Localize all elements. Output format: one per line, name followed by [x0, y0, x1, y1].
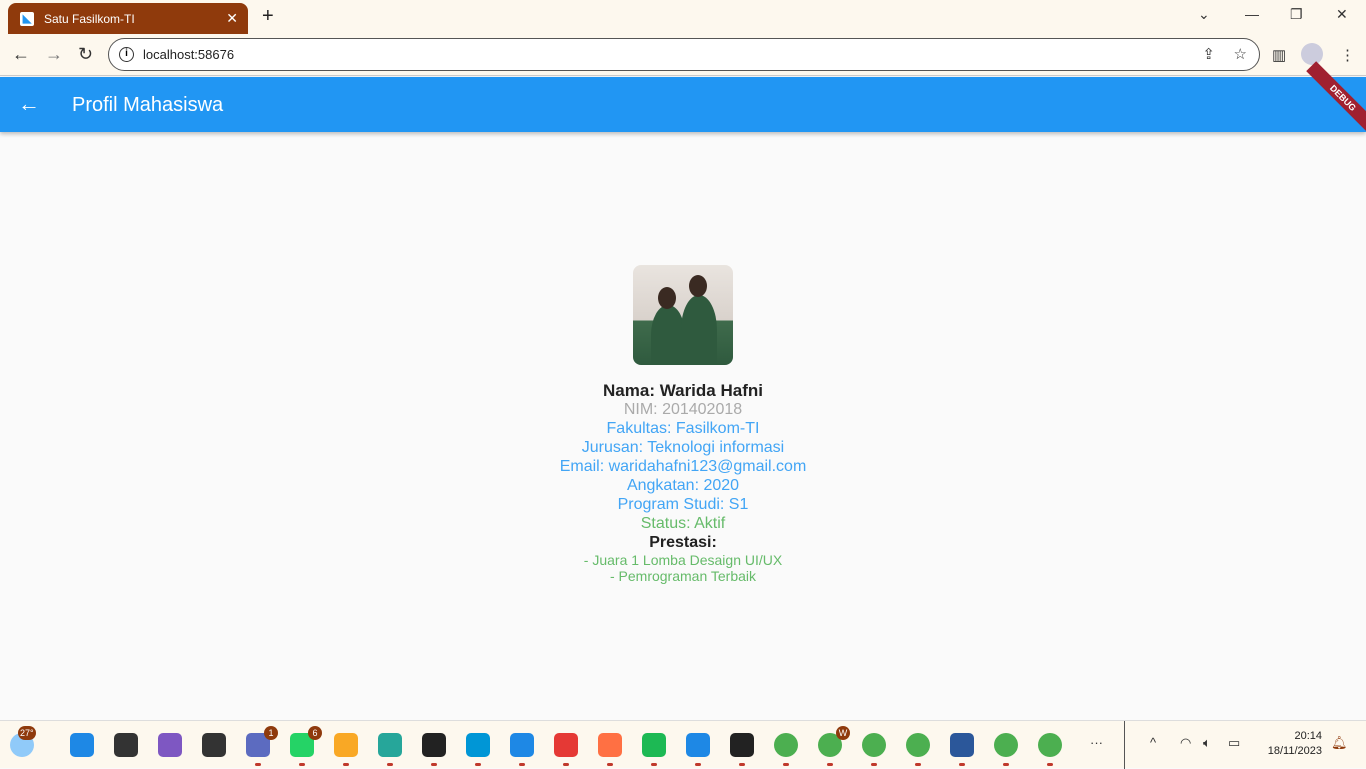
- browser-toolbar: ← → ↻ i localhost:58676 ⇪ ☆ ▥ ⋮: [0, 34, 1366, 76]
- restore-button[interactable]: ❐: [1290, 6, 1303, 23]
- running-indicator: [431, 763, 437, 766]
- chrome-taskbar-icon[interactable]: [774, 733, 798, 766]
- running-indicator: [607, 763, 613, 766]
- start-taskbar-icon[interactable]: [70, 733, 94, 757]
- weather-temp: 27°: [18, 726, 36, 740]
- forward-button[interactable]: →: [45, 44, 63, 65]
- search-taskbar-icon[interactable]: [114, 733, 138, 757]
- prestasi-label: Prestasi:: [649, 534, 717, 551]
- running-indicator: [871, 763, 877, 766]
- tray-divider: [1124, 721, 1125, 769]
- more-apps-icon[interactable]: ···: [1090, 735, 1103, 750]
- site-info-icon[interactable]: i: [119, 47, 134, 62]
- running-indicator: [299, 763, 305, 766]
- firefox-taskbar-icon[interactable]: [598, 733, 622, 766]
- edge-taskbar-icon[interactable]: [378, 733, 402, 766]
- help-taskbar-icon[interactable]: [510, 733, 534, 766]
- running-indicator: [343, 763, 349, 766]
- app-owl-taskbar-icon[interactable]: [554, 733, 578, 766]
- taskbar: 27° 1 6 W ··· ^ ◠ 🔈︎ ▭ 20:14 18/11/2023 🔔︎: [0, 720, 1366, 769]
- badge: W: [836, 726, 850, 740]
- chrome-taskbar-icon[interactable]: W: [818, 726, 850, 766]
- page-title: Profil Mahasiswa: [72, 94, 224, 116]
- task-view-taskbar-icon[interactable]: [202, 733, 226, 757]
- flutter-favicon-icon: ◣: [20, 11, 34, 26]
- volume-icon[interactable]: 🔈︎: [1203, 735, 1211, 751]
- profile-avatar[interactable]: [1301, 43, 1323, 65]
- program-studi: Program Studi: S1: [617, 496, 749, 513]
- jurusan: Jurusan: Teknologi informasi: [581, 439, 785, 456]
- prestasi-item: - Juara 1 Lomba Desaign UI/UX: [583, 552, 783, 568]
- figma-taskbar-icon[interactable]: [730, 733, 754, 766]
- share-icon[interactable]: ⇪: [1202, 45, 1215, 63]
- profile-card: Nama: Warida Hafni NIM: 201402018 Fakult…: [0, 265, 1366, 584]
- back-button[interactable]: ←: [12, 44, 30, 65]
- browser-tab-strip: ◣ Satu Fasilkom-TI ✕ + ⌄ — ❐ ✕: [0, 0, 1366, 34]
- app-bar: ← Profil Mahasiswa DEBUG: [0, 61, 1366, 135]
- tab-search-chevron-icon[interactable]: ⌄: [1198, 6, 1210, 23]
- back-arrow-icon[interactable]: ←: [18, 91, 40, 117]
- chrome-taskbar-icon[interactable]: [994, 733, 1018, 766]
- minimize-button[interactable]: —: [1245, 6, 1259, 22]
- spotify-taskbar-icon[interactable]: [642, 733, 666, 766]
- chrome-taskbar-icon[interactable]: [1038, 733, 1062, 766]
- file-explorer-taskbar-icon[interactable]: [334, 733, 358, 766]
- wifi-icon[interactable]: ◠: [1180, 735, 1191, 751]
- running-indicator: [783, 763, 789, 766]
- tray-chevron-icon[interactable]: ^: [1150, 735, 1156, 750]
- prestasi-item: - Pemrograman Terbaik: [609, 568, 757, 584]
- whatsapp-taskbar-icon[interactable]: 6: [290, 726, 322, 766]
- badge: 6: [308, 726, 322, 740]
- reload-button[interactable]: ↻: [78, 44, 93, 65]
- fakultas: Fakultas: Fasilkom-TI: [606, 420, 760, 437]
- close-window-button[interactable]: ✕: [1336, 6, 1348, 23]
- myhp-taskbar-icon[interactable]: [466, 733, 490, 766]
- running-indicator: [519, 763, 525, 766]
- date: 18/11/2023: [1267, 745, 1322, 757]
- running-indicator: [255, 763, 261, 766]
- angkatan: Angkatan: 2020: [626, 477, 740, 494]
- running-indicator: [1047, 763, 1053, 766]
- clock[interactable]: 20:14 18/11/2023: [1268, 729, 1322, 759]
- running-indicator: [1003, 763, 1009, 766]
- side-panel-icon[interactable]: ▥: [1272, 46, 1286, 64]
- address-bar[interactable]: i localhost:58676 ⇪ ☆: [108, 38, 1260, 71]
- running-indicator: [563, 763, 569, 766]
- vscode-taskbar-icon[interactable]: [686, 733, 710, 766]
- chrome-taskbar-icon[interactable]: [862, 733, 886, 766]
- copilot-taskbar-icon[interactable]: [158, 733, 182, 757]
- new-tab-button[interactable]: +: [262, 5, 274, 28]
- running-indicator: [915, 763, 921, 766]
- word-taskbar-icon[interactable]: [950, 733, 974, 766]
- running-indicator: [695, 763, 701, 766]
- nama: Nama: Warida Hafni: [603, 381, 763, 400]
- running-indicator: [959, 763, 965, 766]
- tab-title: Satu Fasilkom-TI: [44, 11, 135, 26]
- running-indicator: [475, 763, 481, 766]
- running-indicator: [651, 763, 657, 766]
- chrome-taskbar-icon[interactable]: [906, 733, 930, 766]
- email: Email: waridahafni123@gmail.com: [559, 458, 807, 475]
- running-indicator: [387, 763, 393, 766]
- running-indicator: [827, 763, 833, 766]
- profile-photo: [633, 265, 733, 365]
- store-taskbar-icon[interactable]: [422, 733, 446, 766]
- teams-chat-taskbar-icon[interactable]: 1: [246, 726, 278, 766]
- url-text: localhost:58676: [143, 47, 235, 62]
- browser-tab[interactable]: ◣ Satu Fasilkom-TI ✕: [8, 3, 248, 34]
- status: Status: Aktif: [640, 515, 726, 532]
- nim: NIM: 201402018: [623, 401, 743, 418]
- badge: 1: [264, 726, 278, 740]
- running-indicator: [739, 763, 745, 766]
- weather-widget-icon[interactable]: 27°: [10, 726, 36, 757]
- tab-close-icon[interactable]: ✕: [226, 10, 238, 27]
- bookmark-star-icon[interactable]: ☆: [1234, 45, 1247, 63]
- notification-bell-icon[interactable]: 🔔︎: [1331, 735, 1348, 751]
- time: 20:14: [1294, 730, 1322, 742]
- battery-icon[interactable]: ▭: [1228, 735, 1240, 751]
- menu-kebab-icon[interactable]: ⋮: [1340, 46, 1355, 64]
